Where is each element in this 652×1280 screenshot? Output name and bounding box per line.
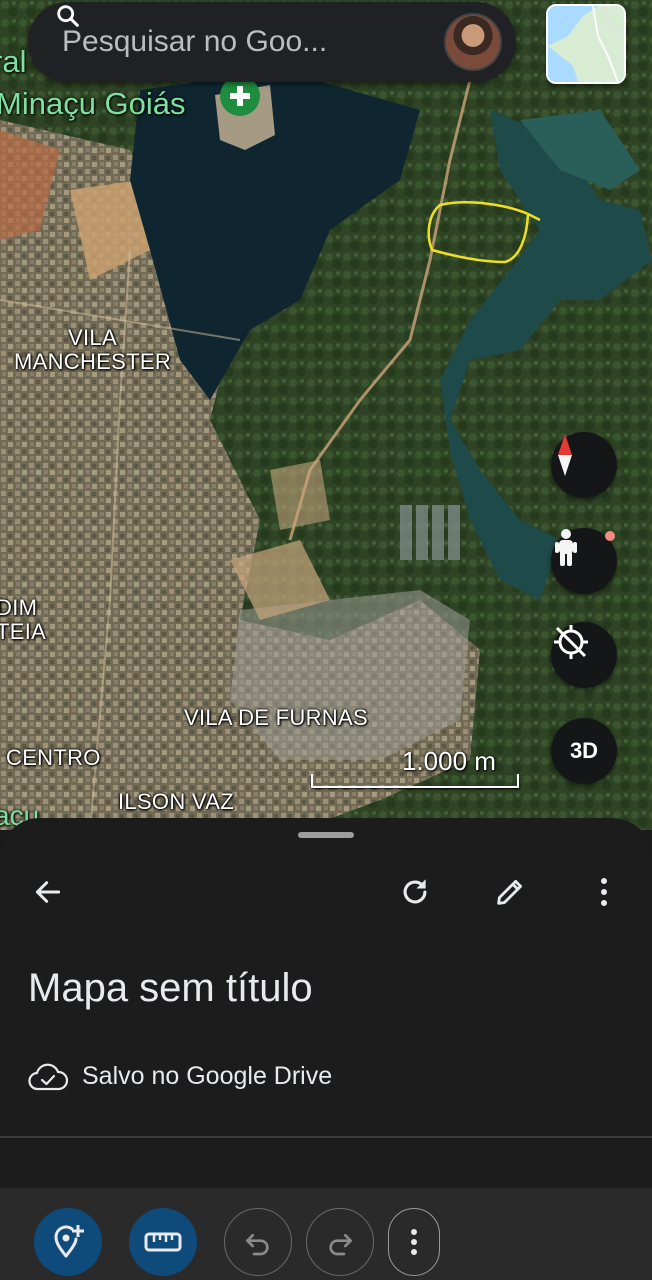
add-placemark-button[interactable] bbox=[34, 1208, 102, 1276]
divider bbox=[0, 1136, 652, 1138]
add-location-icon bbox=[54, 1225, 84, 1258]
location-off-icon bbox=[554, 625, 588, 659]
redo-button[interactable] bbox=[306, 1208, 374, 1276]
street-view-indicator-dot bbox=[605, 531, 615, 541]
avatar[interactable] bbox=[444, 13, 502, 71]
more-vert-icon bbox=[601, 878, 607, 906]
satellite-map[interactable]: ral Minaçu Goiás VILA MANCHESTER DIM TEI… bbox=[0, 0, 652, 830]
ruler-icon bbox=[144, 1232, 182, 1252]
pegman-icon bbox=[555, 529, 577, 566]
map-layers-button[interactable] bbox=[546, 4, 626, 84]
undo-icon bbox=[246, 1234, 269, 1256]
compass-button[interactable] bbox=[551, 432, 617, 498]
map-thumbnail-icon bbox=[548, 6, 624, 82]
more-options-button[interactable] bbox=[582, 870, 626, 914]
refresh-icon bbox=[403, 879, 427, 904]
search-icon[interactable] bbox=[54, 2, 82, 30]
search-bar[interactable]: Pesquisar no Goo... bbox=[28, 2, 516, 82]
place-label-centro[interactable]: CENTRO bbox=[6, 745, 101, 770]
save-status: Salvo no Google Drive bbox=[28, 1062, 332, 1091]
scale-label: 1.000 m bbox=[402, 746, 496, 776]
measure-button[interactable] bbox=[129, 1208, 197, 1276]
arrow-back-icon bbox=[35, 881, 61, 903]
compass-icon bbox=[558, 434, 572, 476]
undo-button[interactable] bbox=[224, 1208, 292, 1276]
toolbar-more-button[interactable] bbox=[388, 1208, 440, 1276]
map-city-label-partial: ral bbox=[0, 44, 27, 79]
place-label-vila-de-furnas[interactable]: VILA DE FURNAS bbox=[184, 705, 368, 730]
save-status-text: Salvo no Google Drive bbox=[82, 1062, 333, 1090]
place-label-ilson-vaz[interactable]: ILSON VAZ bbox=[118, 789, 234, 814]
search-input[interactable]: Pesquisar no Goo... bbox=[62, 25, 444, 59]
refresh-button[interactable] bbox=[393, 870, 437, 914]
edit-button[interactable] bbox=[488, 870, 532, 914]
back-button[interactable] bbox=[26, 870, 70, 914]
scale-bar bbox=[311, 774, 519, 788]
cloud-done-icon bbox=[28, 1063, 68, 1090]
3d-toggle-button[interactable]: 3D bbox=[551, 718, 617, 784]
bottom-toolbar bbox=[0, 1188, 652, 1280]
more-vert-icon bbox=[411, 1229, 417, 1255]
pencil-icon bbox=[497, 879, 523, 905]
redo-icon bbox=[329, 1234, 352, 1256]
place-label-jardim-ateia[interactable]: DIM TEIA bbox=[0, 595, 46, 644]
my-location-button[interactable] bbox=[551, 622, 617, 688]
bottom-sheet: Mapa sem título Salvo no Google Drive bbox=[0, 818, 652, 1188]
drag-handle[interactable] bbox=[298, 832, 354, 838]
map-title[interactable]: Mapa sem título bbox=[28, 966, 313, 1011]
place-label-vila-manchester[interactable]: VILA MANCHESTER bbox=[14, 325, 171, 374]
map-city-label[interactable]: Minaçu Goiás bbox=[0, 86, 186, 122]
